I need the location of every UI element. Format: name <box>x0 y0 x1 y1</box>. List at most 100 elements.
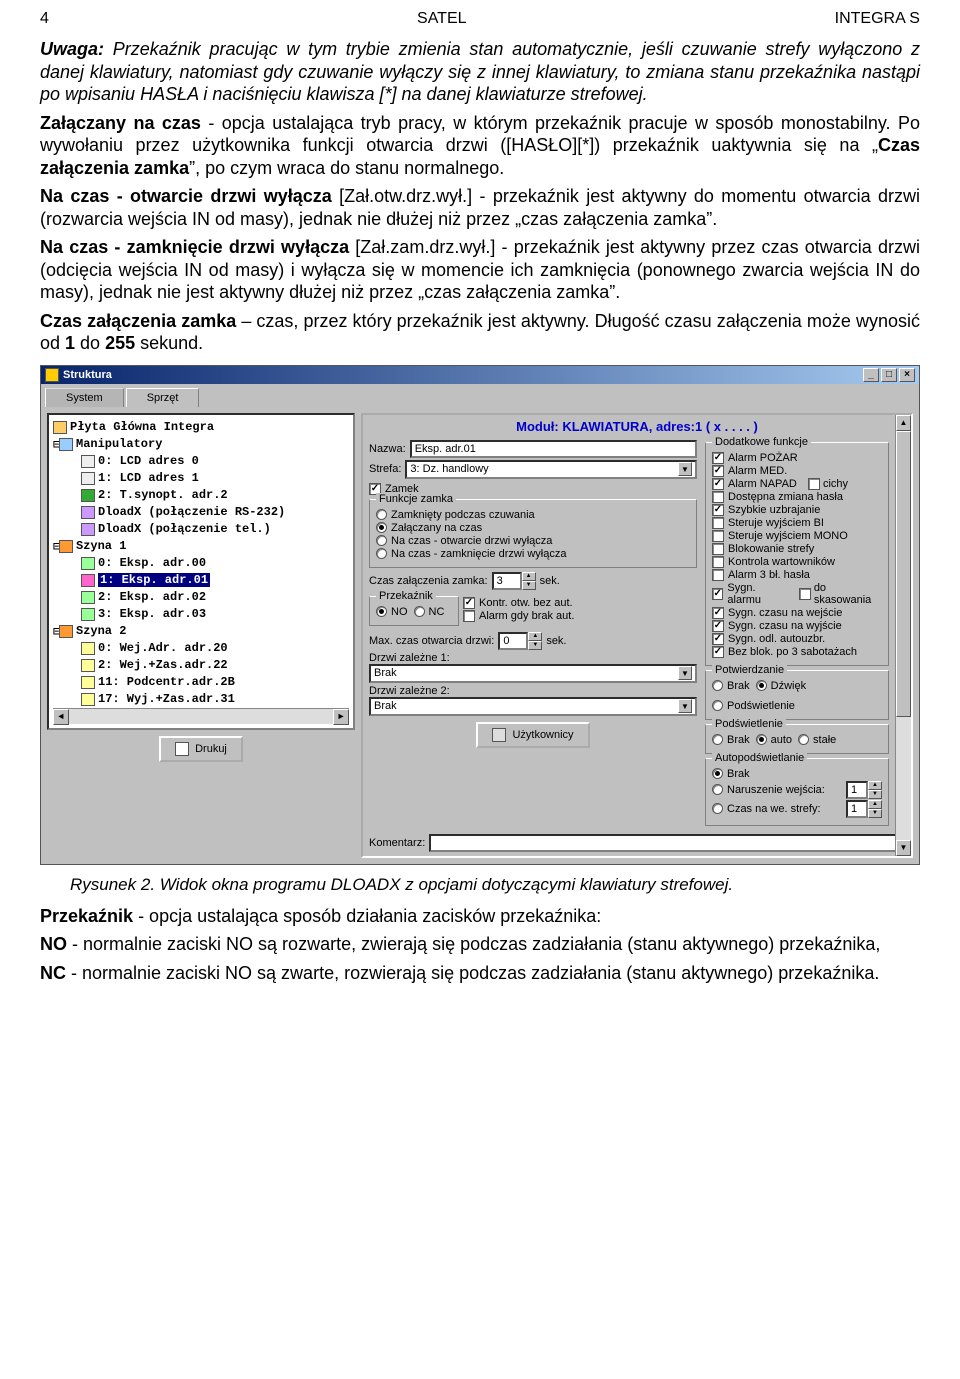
au-nar-spinner[interactable]: ▲▼ <box>846 781 882 799</box>
radio-au-naruszenie[interactable] <box>712 784 723 795</box>
strefa-select[interactable]: 3: Dz. handlowy ▼ <box>405 460 697 479</box>
tree-eksp02[interactable]: 2: Eksp. adr.02 <box>53 589 349 606</box>
tab-system[interactable]: System <box>45 388 124 407</box>
minimize-button[interactable]: _ <box>863 368 879 382</box>
uwaga-text: Przekaźnik pracując w tym trybie zmienia… <box>40 39 920 104</box>
tree-dloadx-rs[interactable]: DloadX (połączenie RS-232) <box>53 504 349 521</box>
tree-lcd1[interactable]: 1: LCD adres 1 <box>53 470 349 487</box>
radio-nc[interactable] <box>414 606 425 617</box>
radio-f1[interactable] <box>376 509 387 520</box>
panel-vscroll[interactable]: ▲ ▼ <box>895 415 911 856</box>
strefa-label: Strefa: <box>369 463 401 475</box>
figure-caption: Rysunek 2. Widok okna programu DLOADX z … <box>70 875 920 895</box>
chk-cichy[interactable] <box>808 478 820 490</box>
tree-hscroll[interactable]: ◄ ► <box>53 708 349 724</box>
tree-eksp01[interactable]: 1: Eksp. adr.01 <box>53 572 349 589</box>
drzwi2-select[interactable]: Brak▼ <box>369 697 697 716</box>
nazwa-input[interactable] <box>410 440 697 458</box>
close-button[interactable]: × <box>899 368 915 382</box>
czas-zal-spinner[interactable]: ▲▼ <box>492 572 536 590</box>
chk-kontr[interactable]: ✓ <box>463 597 475 609</box>
tree-wyj31[interactable]: 17: Wyj.+Zas.adr.31 <box>53 691 349 708</box>
przekaznik-head: Przekaźnik <box>40 906 133 926</box>
tree-root[interactable]: Płyta Główna Integra <box>53 419 349 436</box>
opt-czas-zal-desc3: sekund. <box>135 333 203 353</box>
uwaga-label: Uwaga: <box>40 39 104 59</box>
tree-lcd0[interactable]: 0: LCD adres 0 <box>53 453 349 470</box>
scroll-right-icon[interactable]: ► <box>333 709 349 725</box>
chk-zmiana-hasla[interactable] <box>712 491 724 503</box>
radio-no[interactable] <box>376 606 387 617</box>
chk-wartownik[interactable] <box>712 556 724 568</box>
tree-szyna2[interactable]: ⊟Szyna 2 <box>53 623 349 640</box>
chk-bi[interactable] <box>712 517 724 529</box>
tab-sprzet[interactable]: Sprzęt <box>126 388 200 407</box>
au-czas-spinner[interactable]: ▲▼ <box>846 800 882 818</box>
przekaznik-desc: - opcja ustalająca sposób działania zaci… <box>133 906 601 926</box>
chk-pozar[interactable]: ✓ <box>712 452 724 464</box>
radio-f2[interactable] <box>376 522 387 533</box>
print-button[interactable]: Drukuj <box>159 736 243 762</box>
chk-bez-blok[interactable]: ✓ <box>712 646 724 658</box>
page-number: 4 <box>40 10 49 28</box>
scroll-thumb[interactable] <box>896 431 911 717</box>
radio-pod-auto[interactable] <box>756 734 767 745</box>
chk-do-skasowania[interactable] <box>799 588 810 600</box>
chk-med[interactable]: ✓ <box>712 465 724 477</box>
radio-pod-brak[interactable] <box>712 734 723 745</box>
uzytkownicy-button[interactable]: Użytkownicy <box>476 722 589 748</box>
tree-wej20[interactable]: 0: Wej.Adr. adr.20 <box>53 640 349 657</box>
opt-zalaczany-desc2: ”, po czym wraca do stanu normalnego. <box>189 158 504 178</box>
radio-f3[interactable] <box>376 535 387 546</box>
chevron-down-icon: ▼ <box>678 699 692 713</box>
radio-potw-pod[interactable] <box>712 700 723 711</box>
chk-sygn-wyj[interactable]: ✓ <box>712 620 724 632</box>
radio-potw-dzw[interactable] <box>756 680 767 691</box>
tree-tsynopt[interactable]: 2: T.synopt. adr.2 <box>53 487 349 504</box>
chk-mono[interactable] <box>712 530 724 542</box>
chk-sygn-wej[interactable]: ✓ <box>712 607 724 619</box>
tree-szyna1[interactable]: ⊟Szyna 1 <box>53 538 349 555</box>
spin-down-icon[interactable]: ▼ <box>522 581 536 590</box>
radio-pod-stale[interactable] <box>798 734 809 745</box>
chk-napad[interactable]: ✓ <box>712 478 724 490</box>
chk-3bl[interactable] <box>712 569 724 581</box>
max-czas-spinner[interactable]: ▲▼ <box>498 632 542 650</box>
radio-au-brak[interactable] <box>712 768 723 779</box>
header-center: SATEL <box>417 10 467 28</box>
scroll-up-icon[interactable]: ▲ <box>896 415 911 431</box>
maximize-button[interactable]: □ <box>881 368 897 382</box>
radio-f4[interactable] <box>376 548 387 559</box>
tree-dloadx-tel[interactable]: DloadX (połączenie tel.) <box>53 521 349 538</box>
tree-pod2b[interactable]: 11: Podcentr.adr.2B <box>53 674 349 691</box>
radio-au-czas[interactable] <box>712 803 723 814</box>
document-body: Uwaga: Przekaźnik pracując w tym trybie … <box>40 38 920 355</box>
chk-alarm-brak[interactable] <box>463 610 475 622</box>
funkcje-zamka-group: Funkcje zamka Zamknięty podczas czuwania… <box>369 499 697 568</box>
drzwi2-label: Drzwi zależne 2: <box>369 685 697 697</box>
titlebar[interactable]: Struktura _ □ × <box>41 366 919 384</box>
chk-sygn-odl[interactable]: ✓ <box>712 633 724 645</box>
module-panel: Moduł: KLAWIATURA, adres:1 ( x . . . . )… <box>361 413 913 858</box>
spin-up-icon[interactable]: ▲ <box>522 572 536 581</box>
opt-czas-zal-max: 255 <box>105 333 135 353</box>
scroll-left-icon[interactable]: ◄ <box>53 709 69 725</box>
tree-manipulatory[interactable]: ⊟Manipulatory <box>53 436 349 453</box>
radio-potw-brak[interactable] <box>712 680 723 691</box>
chk-blok-strefy[interactable] <box>712 543 724 555</box>
scroll-down-icon[interactable]: ▼ <box>896 840 911 856</box>
komentarz-label: Komentarz: <box>369 837 425 849</box>
chk-szybkie[interactable]: ✓ <box>712 504 724 516</box>
drzwi1-select[interactable]: Brak▼ <box>369 664 697 683</box>
module-title: Moduł: KLAWIATURA, adres:1 ( x . . . . ) <box>369 419 905 434</box>
tree-eksp00[interactable]: 0: Eksp. adr.00 <box>53 555 349 572</box>
opt-czas-zal: Czas załączenia zamka <box>40 311 236 331</box>
tree-wej22[interactable]: 2: Wej.+Zas.adr.22 <box>53 657 349 674</box>
opt-na-czas-otw: Na czas - otwarcie drzwi wyłącza <box>40 186 332 206</box>
tree-eksp03[interactable]: 3: Eksp. adr.03 <box>53 606 349 623</box>
komentarz-input[interactable] <box>429 834 905 852</box>
nazwa-label: Nazwa: <box>369 443 406 455</box>
chk-sygn-alarm[interactable]: ✓ <box>712 588 723 600</box>
tree-pane[interactable]: Płyta Główna Integra ⊟Manipulatory 0: LC… <box>47 413 355 730</box>
header-right: INTEGRA S <box>835 10 920 28</box>
